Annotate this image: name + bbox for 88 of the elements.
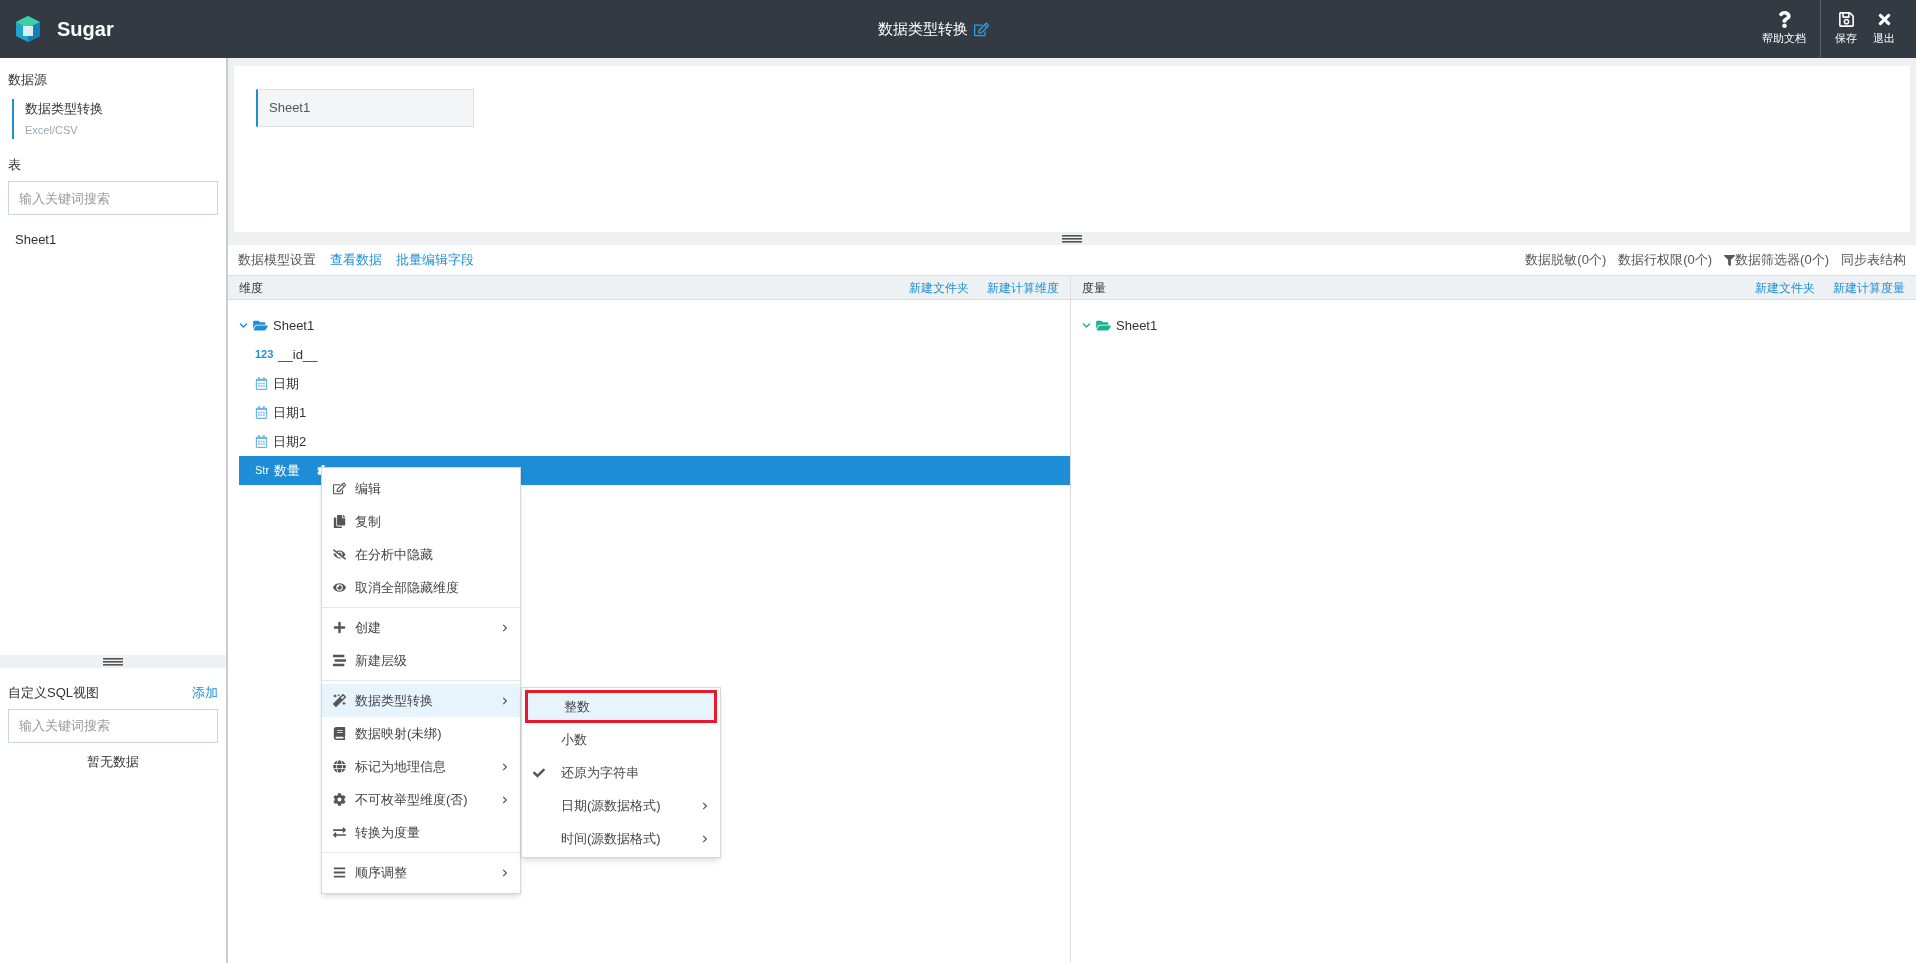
field-name: __id__ bbox=[278, 345, 318, 364]
chevron-down-icon[interactable] bbox=[239, 321, 248, 330]
panel-title: 度量 bbox=[1082, 279, 1106, 297]
datasource-item[interactable]: 数据类型转换 Excel/CSV bbox=[12, 98, 218, 139]
menu-item[interactable]: 取消全部隐藏维度 bbox=[322, 571, 520, 604]
eye-slash-icon bbox=[333, 548, 346, 561]
menu-item[interactable]: 在分析中隐藏 bbox=[322, 538, 520, 571]
chevron-down-icon[interactable] bbox=[1082, 321, 1091, 330]
menu-icon bbox=[333, 866, 346, 879]
swap-icon bbox=[333, 826, 346, 839]
chevron-right-icon bbox=[501, 696, 509, 705]
chevron-right-icon bbox=[501, 868, 509, 877]
toolbar-action[interactable]: 数据脱敏(0个) bbox=[1525, 250, 1607, 270]
field-name: 日期1 bbox=[273, 403, 307, 422]
submenu-item[interactable]: 还原为字符串 bbox=[522, 756, 720, 789]
app-name: Sugar bbox=[57, 17, 114, 42]
page-title: 数据类型转换 bbox=[878, 18, 969, 39]
datasource-type: Excel/CSV bbox=[25, 123, 79, 138]
toolbar-tab[interactable]: 数据模型设置 bbox=[238, 250, 316, 270]
folder-name[interactable]: Sheet1 bbox=[1116, 315, 1158, 336]
wand-icon bbox=[333, 694, 346, 707]
submenu-item[interactable]: 日期(源数据格式) bbox=[522, 789, 720, 822]
field-row[interactable]: 日期 bbox=[239, 369, 1070, 398]
edit-icon[interactable] bbox=[974, 21, 990, 37]
toolbar-tab[interactable]: 批量编辑字段 bbox=[396, 250, 474, 270]
sheet-tab[interactable]: Sheet1 bbox=[256, 89, 474, 127]
chevron-right-icon bbox=[501, 762, 509, 771]
datasource-name: 数据类型转换 bbox=[25, 99, 104, 118]
gear-icon bbox=[333, 793, 346, 806]
field-row[interactable]: 日期1 bbox=[239, 398, 1070, 427]
plus-icon bbox=[333, 621, 346, 634]
chevron-right-icon bbox=[501, 623, 509, 632]
chevron-right-icon bbox=[701, 801, 709, 810]
menu-item[interactable]: 创建 bbox=[322, 611, 520, 644]
globe-icon bbox=[333, 760, 346, 773]
help-icon bbox=[1776, 11, 1792, 29]
drag-handle-icon[interactable] bbox=[103, 657, 123, 666]
drag-handle-icon[interactable] bbox=[1062, 234, 1082, 243]
field-row[interactable]: 日期2 bbox=[239, 427, 1070, 456]
chevron-right-icon bbox=[701, 834, 709, 843]
type-label: Str bbox=[255, 463, 270, 479]
section-heading: 自定义SQL视图 bbox=[8, 684, 99, 702]
filter-icon bbox=[1724, 254, 1736, 266]
folder-name[interactable]: Sheet1 bbox=[273, 315, 315, 336]
search-field[interactable]: 输入关键词搜索 bbox=[8, 181, 218, 215]
folder-icon bbox=[1096, 319, 1111, 332]
book-icon bbox=[333, 727, 346, 740]
edit-icon bbox=[333, 482, 346, 495]
calendar-icon bbox=[255, 377, 268, 390]
search-field[interactable]: 输入关键词搜索 bbox=[8, 708, 218, 743]
field-name: 数量 bbox=[274, 461, 301, 480]
field-row[interactable]: 123 __id__ bbox=[239, 340, 1070, 369]
menu-item[interactable]: 标记为地理信息 bbox=[322, 750, 520, 783]
toolbar-action[interactable]: 数据筛选器(0个) bbox=[1735, 250, 1829, 270]
header-action-button[interactable]: 退出 bbox=[1865, 0, 1903, 58]
submenu-item[interactable]: 小数 bbox=[522, 723, 720, 756]
empty-message: 暂无数据 bbox=[87, 752, 139, 771]
menu-item[interactable]: 数据映射(未绑) bbox=[322, 717, 520, 750]
section-heading: 表 bbox=[8, 155, 22, 174]
menu-item[interactable]: 不可枚举型维度(否) bbox=[322, 783, 520, 816]
menu-item[interactable]: 新建层级 bbox=[322, 644, 520, 677]
menu-item[interactable]: 复制 bbox=[322, 505, 520, 538]
section-heading: 数据源 bbox=[8, 71, 48, 89]
menu-item[interactable]: 转换为度量 bbox=[322, 816, 520, 849]
menu-item[interactable]: 数据类型转换 bbox=[322, 684, 520, 717]
toolbar-action[interactable]: 同步表结构 bbox=[1841, 250, 1906, 270]
save-icon bbox=[1838, 11, 1854, 29]
submenu-item[interactable]: 整数 bbox=[525, 690, 717, 723]
cube-logo-icon bbox=[13, 14, 43, 44]
calendar-icon bbox=[255, 406, 268, 419]
chevron-right-icon bbox=[501, 795, 509, 804]
list-icon bbox=[333, 654, 346, 667]
field-name: 日期2 bbox=[273, 432, 307, 451]
copy-icon bbox=[333, 515, 346, 528]
check-icon bbox=[533, 766, 545, 779]
calendar-icon bbox=[255, 435, 268, 448]
eye-icon bbox=[333, 581, 346, 594]
header-action-button[interactable]: 保存 bbox=[1827, 0, 1865, 58]
menu-item[interactable]: 顺序调整 bbox=[322, 856, 520, 889]
type-label: 123 bbox=[255, 347, 274, 363]
field-name: 日期 bbox=[273, 374, 299, 393]
toolbar-tab[interactable]: 查看数据 bbox=[330, 250, 382, 270]
folder-icon bbox=[253, 319, 268, 332]
submenu-item[interactable]: 时间(源数据格式) bbox=[522, 822, 720, 855]
add-link[interactable]: 添加 bbox=[192, 683, 218, 703]
table-item[interactable]: Sheet1 bbox=[8, 227, 218, 253]
toolbar-action[interactable]: 数据行权限(0个) bbox=[1618, 250, 1713, 270]
panel-title: 维度 bbox=[239, 279, 263, 297]
